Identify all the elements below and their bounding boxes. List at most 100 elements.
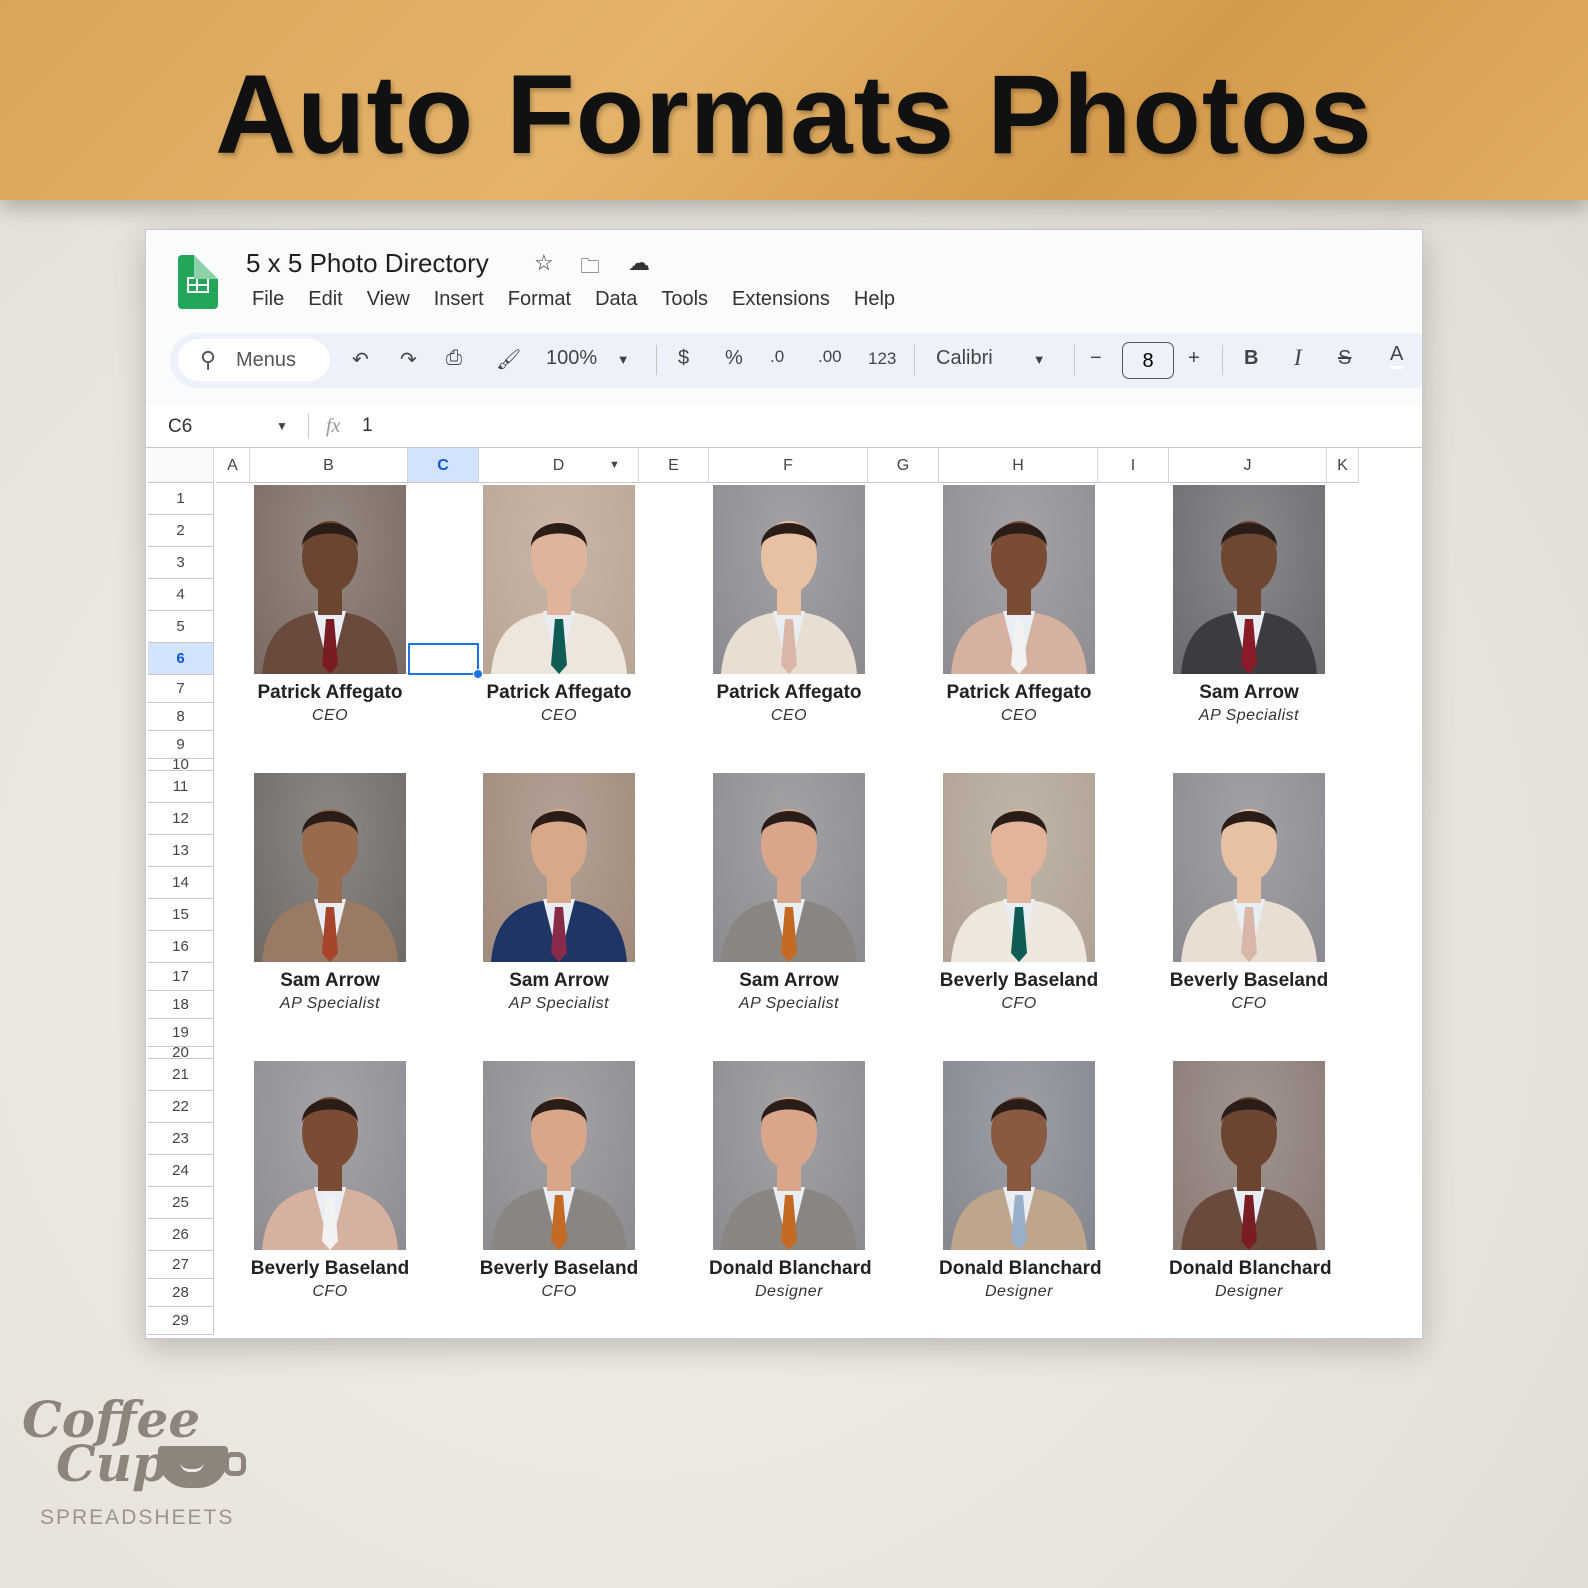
bold-button[interactable]: B	[1244, 347, 1258, 370]
row-header-1[interactable]: 1	[148, 483, 214, 515]
directory-card: Sam Arrow AP Specialist	[250, 773, 410, 1013]
column-header-c[interactable]: C	[408, 448, 479, 483]
row-header-16[interactable]: 16	[148, 931, 214, 963]
portrait-photo[interactable]	[254, 1061, 406, 1250]
portrait-photo[interactable]	[1173, 485, 1325, 674]
menus-search[interactable]: ⚲ Menus	[178, 339, 330, 381]
row-header-4[interactable]: 4	[148, 579, 214, 611]
row-header-7[interactable]: 7	[148, 675, 214, 703]
number-format-button[interactable]: 123	[868, 349, 896, 369]
portrait-photo[interactable]	[943, 485, 1095, 674]
filter-chevron-icon[interactable]: ▼	[609, 459, 620, 471]
decrease-font-size-button[interactable]: −	[1090, 347, 1102, 370]
cloud-saved-icon[interactable]: ☁	[628, 250, 650, 276]
row-header-3[interactable]: 3	[148, 547, 214, 579]
column-header-i[interactable]: I	[1098, 448, 1169, 483]
selected-cell-c6[interactable]	[408, 643, 483, 679]
row-header-8[interactable]: 8	[148, 703, 214, 731]
row-header-24[interactable]: 24	[148, 1155, 214, 1187]
portrait-photo[interactable]	[254, 773, 406, 962]
menu-tools[interactable]: Tools	[649, 288, 720, 311]
decrease-decimal-button[interactable]: .0	[770, 347, 784, 367]
row-header-27[interactable]: 27	[148, 1251, 214, 1279]
row-header-17[interactable]: 17	[148, 963, 214, 991]
print-icon[interactable]: ⎙	[446, 347, 462, 370]
move-to-folder-icon[interactable]: 🗀	[580, 252, 600, 286]
star-icon[interactable]: ☆	[534, 250, 554, 276]
row-header-13[interactable]: 13	[148, 835, 214, 867]
column-header-k[interactable]: K	[1327, 448, 1359, 483]
zoom-select[interactable]: 100% ▼	[546, 347, 630, 370]
row-header-6[interactable]: 6	[148, 643, 214, 675]
row-header-29[interactable]: 29	[148, 1307, 214, 1335]
fill-handle[interactable]	[473, 669, 483, 679]
portrait-photo[interactable]	[483, 773, 635, 962]
column-header-f[interactable]: F	[709, 448, 868, 483]
row-header-2[interactable]: 2	[148, 515, 214, 547]
column-header-h[interactable]: H	[939, 448, 1098, 483]
row-header-19[interactable]: 19	[148, 1019, 214, 1047]
menu-file[interactable]: File	[240, 288, 296, 311]
italic-button[interactable]: I	[1294, 345, 1302, 371]
chevron-down-icon[interactable]: ▼	[276, 419, 288, 433]
text-color-button[interactable]: A	[1390, 343, 1404, 369]
percent-button[interactable]: %	[725, 347, 743, 370]
person-title: CFO	[541, 1283, 577, 1300]
menu-view[interactable]: View	[355, 288, 422, 311]
menu-format[interactable]: Format	[496, 288, 583, 311]
row-header-11[interactable]: 11	[148, 771, 214, 803]
row-header-9[interactable]: 9	[148, 731, 214, 759]
spreadsheet-grid[interactable]: A B C D E F G H I J K ▼ 1 2 3 4 5 6 7 8 9 10 11 12 13 14 15 16 17 18 1…	[146, 447, 1422, 1338]
row-header-10[interactable]: 10	[148, 759, 214, 771]
font-select[interactable]: Calibri ▼	[936, 347, 1046, 370]
portrait-photo[interactable]	[713, 1061, 865, 1250]
select-all-corner[interactable]	[148, 448, 214, 483]
column-header-g[interactable]: G	[868, 448, 939, 483]
menu-help[interactable]: Help	[842, 288, 907, 311]
portrait-photo[interactable]	[943, 773, 1095, 962]
menu-extensions[interactable]: Extensions	[720, 288, 842, 311]
increase-decimal-button[interactable]: .00	[818, 347, 842, 367]
name-box[interactable]: C6	[168, 416, 192, 438]
menu-edit[interactable]: Edit	[296, 288, 354, 311]
row-header-20[interactable]: 20	[148, 1047, 214, 1059]
row-header-14[interactable]: 14	[148, 867, 214, 899]
font-size-input[interactable]: 8	[1122, 342, 1174, 379]
menu-data[interactable]: Data	[583, 288, 649, 311]
portrait-photo[interactable]	[483, 485, 635, 674]
divider	[308, 413, 309, 439]
row-header-21[interactable]: 21	[148, 1059, 214, 1091]
column-header-e[interactable]: E	[639, 448, 709, 483]
portrait-photo[interactable]	[713, 485, 865, 674]
portrait-photo[interactable]	[483, 1061, 635, 1250]
row-header-22[interactable]: 22	[148, 1091, 214, 1123]
currency-button[interactable]: $	[678, 347, 689, 370]
row-header-23[interactable]: 23	[148, 1123, 214, 1155]
paint-format-icon[interactable]: 🖌	[496, 347, 521, 372]
row-header-26[interactable]: 26	[148, 1219, 214, 1251]
row-header-18[interactable]: 18	[148, 991, 214, 1019]
redo-icon[interactable]: ↷	[400, 347, 417, 372]
formula-input[interactable]: 1	[362, 415, 373, 437]
row-header-25[interactable]: 25	[148, 1187, 214, 1219]
sheets-logo-icon[interactable]	[178, 255, 218, 309]
column-header-a[interactable]: A	[216, 448, 250, 483]
row-header-28[interactable]: 28	[148, 1279, 214, 1307]
increase-font-size-button[interactable]: +	[1188, 347, 1200, 370]
column-header-b[interactable]: B	[250, 448, 408, 483]
portrait-photo[interactable]	[713, 773, 865, 962]
document-title[interactable]: 5 x 5 Photo Directory	[246, 248, 489, 279]
row-header-12[interactable]: 12	[148, 803, 214, 835]
strikethrough-button[interactable]: S	[1338, 347, 1351, 370]
person-name: Beverly Baseland	[479, 1258, 639, 1279]
undo-icon[interactable]: ↶	[352, 347, 369, 372]
row-header-15[interactable]: 15	[148, 899, 214, 931]
column-header-j[interactable]: J	[1169, 448, 1327, 483]
row-header-5[interactable]: 5	[148, 611, 214, 643]
portrait-photo[interactable]	[1173, 1061, 1325, 1250]
portrait-photo[interactable]	[943, 1061, 1095, 1250]
portrait-photo[interactable]	[254, 485, 406, 674]
menu-insert[interactable]: Insert	[422, 288, 496, 311]
portrait-photo[interactable]	[1173, 773, 1325, 962]
fx-icon: fx	[326, 415, 341, 437]
